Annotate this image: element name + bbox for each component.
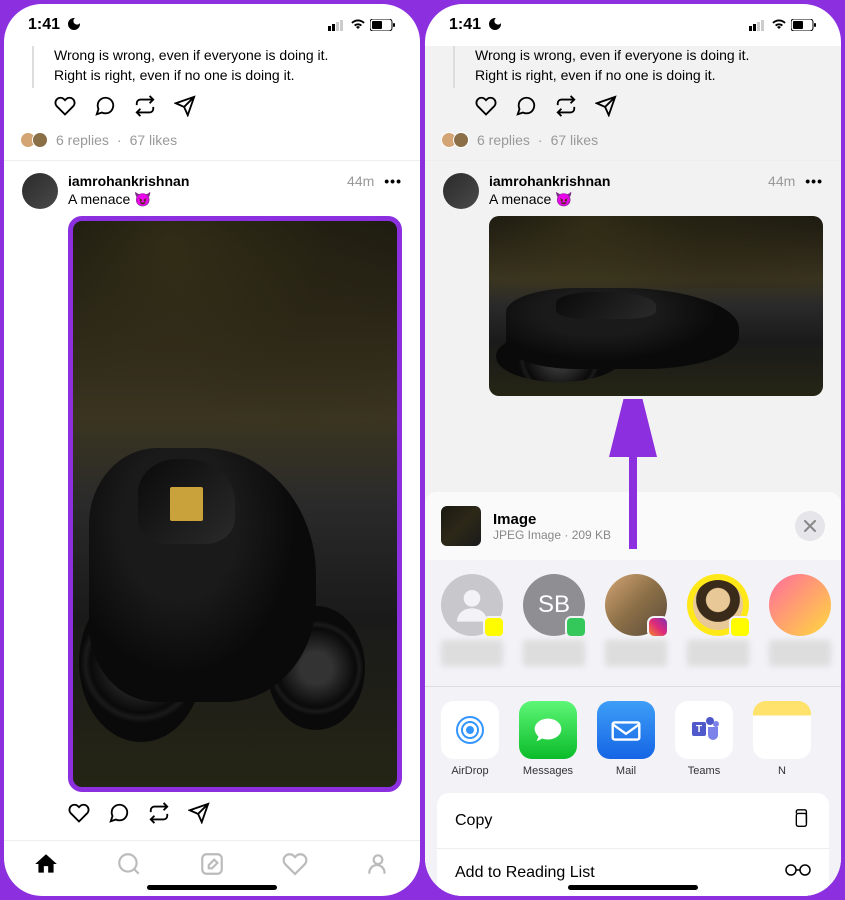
- share-sheet[interactable]: Image JPEG Image · 209 KB SB: [425, 492, 841, 896]
- profile-icon[interactable]: [365, 851, 391, 882]
- home-indicator[interactable]: [147, 885, 277, 890]
- app-airdrop[interactable]: AirDrop: [441, 701, 499, 777]
- contact-avatar: [605, 574, 667, 636]
- contact-avatar: SB: [523, 574, 585, 636]
- post-time: 44m: [347, 173, 374, 189]
- app-teams[interactable]: T Teams: [675, 701, 733, 777]
- more-icon[interactable]: •••: [384, 173, 402, 189]
- messages-icon: [519, 701, 577, 759]
- home-indicator[interactable]: [568, 885, 698, 890]
- username[interactable]: iamrohankrishnan: [68, 173, 189, 189]
- snapchat-badge-icon: [729, 616, 751, 638]
- contact-avatar: [769, 574, 831, 636]
- share-apps: AirDrop Messages Mail T Teams: [425, 687, 841, 785]
- contact-avatar: [441, 574, 503, 636]
- status-bar: 1:41: [425, 4, 841, 46]
- post-partial[interactable]: Wrong is wrong, even if everyone is doin…: [4, 46, 420, 161]
- status-indicators: [328, 19, 396, 31]
- instagram-badge-icon: [647, 616, 669, 638]
- phone-left: 1:41 Wrong is wrong, even if everyone is…: [4, 4, 420, 896]
- search-icon[interactable]: [116, 851, 142, 882]
- mail-icon: [597, 701, 655, 759]
- dnd-icon: [487, 16, 503, 35]
- contact-avatar: [687, 574, 749, 636]
- share-contact[interactable]: [769, 574, 831, 666]
- post-image: [489, 216, 823, 396]
- share-contact[interactable]: [687, 574, 749, 666]
- app-messages[interactable]: Messages: [519, 701, 577, 777]
- snapchat-badge-icon: [483, 616, 505, 638]
- avatar[interactable]: [22, 173, 58, 209]
- avatar: [443, 173, 479, 209]
- dnd-icon: [66, 16, 82, 35]
- share-header: Image JPEG Image · 209 KB: [425, 492, 841, 560]
- post-meta: 6 replies · 67 likes: [54, 132, 402, 148]
- like-icon: [475, 95, 497, 122]
- status-time: 1:41: [449, 16, 481, 34]
- notes-icon: [753, 701, 811, 759]
- share-thumbnail: [441, 506, 481, 546]
- status-indicators: [749, 19, 817, 31]
- copy-icon: [789, 807, 811, 834]
- app-mail[interactable]: Mail: [597, 701, 655, 777]
- post-image[interactable]: [68, 216, 402, 792]
- close-icon[interactable]: [795, 511, 825, 541]
- reply-avatars: [20, 132, 48, 148]
- replies-count[interactable]: 6 replies: [56, 132, 109, 148]
- post-partial: Wrong is wrong, even if everyone is doin…: [425, 46, 841, 161]
- comment-icon[interactable]: [94, 95, 116, 122]
- share-contacts: SB: [425, 560, 841, 687]
- status-bar: 1:41: [4, 4, 420, 46]
- home-icon[interactable]: [33, 851, 59, 882]
- copy-action[interactable]: Copy: [437, 793, 829, 849]
- activity-icon[interactable]: [282, 851, 308, 882]
- compose-icon[interactable]: [199, 851, 225, 882]
- glasses-icon: [785, 863, 811, 882]
- share-icon[interactable]: [188, 802, 210, 829]
- feed[interactable]: Wrong is wrong, even if everyone is doin…: [4, 46, 420, 840]
- share-contact[interactable]: SB: [523, 574, 585, 666]
- like-icon[interactable]: [68, 802, 90, 829]
- comment-icon[interactable]: [108, 802, 130, 829]
- share-subtitle: JPEG Image · 209 KB: [493, 528, 783, 542]
- repost-icon: [555, 95, 577, 122]
- share-icon: [595, 95, 617, 122]
- share-title: Image: [493, 511, 783, 528]
- more-icon: •••: [805, 173, 823, 189]
- status-time: 1:41: [28, 16, 60, 34]
- main-post-dimmed: iamrohankrishnan 44m ••• A menace 😈: [425, 161, 841, 418]
- phone-right: 1:41 Wrong is wrong, even if everyone is…: [425, 4, 841, 896]
- messages-badge-icon: [565, 616, 587, 638]
- likes-count[interactable]: 67 likes: [130, 132, 177, 148]
- app-notes[interactable]: N: [753, 701, 811, 777]
- svg-text:T: T: [696, 724, 702, 735]
- teams-icon: T: [675, 701, 733, 759]
- repost-icon[interactable]: [134, 95, 156, 122]
- share-contact[interactable]: [441, 574, 503, 666]
- main-post[interactable]: iamrohankrishnan 44m ••• A menace 😈: [4, 161, 420, 840]
- post-actions: [54, 95, 402, 122]
- share-icon[interactable]: [174, 95, 196, 122]
- post-text: Wrong is wrong, even if everyone is doin…: [54, 46, 402, 85]
- post-caption: A menace 😈: [68, 191, 402, 208]
- share-actions: Copy Add to Reading List: [437, 793, 829, 896]
- airdrop-icon: [441, 701, 499, 759]
- post-actions: [68, 802, 402, 829]
- share-contact[interactable]: [605, 574, 667, 666]
- comment-icon: [515, 95, 537, 122]
- repost-icon[interactable]: [148, 802, 170, 829]
- like-icon[interactable]: [54, 95, 76, 122]
- thread-line: [32, 46, 34, 88]
